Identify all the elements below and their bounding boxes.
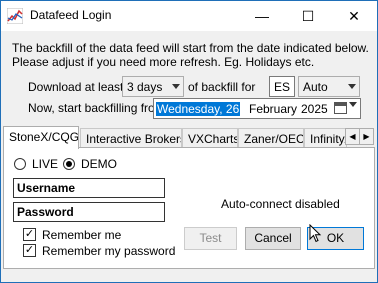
tab-vxcharts[interactable]: VXCharts [182, 128, 238, 148]
remember-me-checkbox[interactable]: ✓ [23, 228, 36, 241]
live-radio[interactable] [14, 158, 26, 170]
stonex-cqg-panel: LIVE DEMO Username Password ✓ Remember m… [3, 147, 375, 269]
tab-scroll-right-icon[interactable]: ▶ [359, 128, 374, 145]
days-select[interactable]: 3 days [122, 76, 184, 97]
demo-label: DEMO [81, 157, 117, 171]
info-line-2: Please adjust if you need more refresh. … [12, 55, 315, 69]
close-button[interactable]: ✕ [331, 1, 377, 31]
mode-select[interactable]: Auto [298, 76, 360, 97]
datafeed-login-window: Datafeed Login — ☐ ✕ The backfill of the… [0, 0, 378, 283]
mode-select-value: Auto [303, 80, 328, 94]
tab-scroll-left-icon[interactable]: ◀ [345, 128, 360, 145]
chevron-down-icon [348, 84, 356, 89]
tab-infinity[interactable]: Infinity/ [304, 128, 347, 148]
password-input[interactable]: Password [13, 202, 165, 222]
symbol-value: ES [274, 80, 291, 94]
datafeed-tabs: StoneX/CQG Interactive Brokers VXCharts … [3, 126, 377, 149]
date-weekday[interactable]: Wednesday, 26 [156, 102, 241, 116]
minimize-button[interactable]: — [239, 1, 285, 31]
title-bar[interactable]: Datafeed Login — ☐ ✕ [1, 1, 377, 31]
remember-password-checkbox[interactable]: ✓ [23, 244, 36, 257]
backfill-label: Now, start backfilling from [28, 101, 165, 115]
password-placeholder: Password [17, 205, 74, 219]
backfill-date-picker[interactable]: Wednesday, 26 February 2025 [153, 98, 361, 119]
chevron-down-icon[interactable] [349, 102, 357, 107]
test-button[interactable]: Test [184, 227, 237, 250]
username-input[interactable]: Username [13, 178, 165, 198]
chevron-down-icon [172, 84, 180, 89]
days-select-value: 3 days [127, 80, 163, 94]
username-placeholder: Username [17, 181, 76, 195]
backfill-for-label: of backfill for [188, 80, 256, 94]
date-year[interactable]: 2025 [301, 102, 328, 116]
info-line-1: The backfill of the data feed will start… [12, 41, 369, 55]
maximize-button[interactable]: ☐ [285, 1, 331, 31]
tab-interactive-brokers[interactable]: Interactive Brokers [80, 128, 182, 148]
demo-radio[interactable] [63, 158, 75, 170]
tab-stonex-cqg[interactable]: StoneX/CQG [3, 126, 79, 149]
calendar-icon[interactable] [334, 102, 347, 114]
info-text: The backfill of the data feed will start… [12, 41, 369, 69]
window-title: Datafeed Login [30, 8, 112, 22]
cancel-button[interactable]: Cancel [245, 227, 301, 250]
mouse-cursor-icon [309, 224, 322, 243]
remember-password-label: Remember my password [42, 244, 176, 258]
auto-connect-status: Auto-connect disabled [221, 197, 340, 211]
symbol-input[interactable]: ES [269, 76, 295, 97]
live-label: LIVE [32, 157, 59, 171]
date-month[interactable]: February [249, 102, 297, 116]
download-label: Download at least [28, 80, 124, 94]
remember-me-label: Remember me [42, 228, 122, 242]
app-icon [7, 8, 23, 24]
tab-zaner-oec[interactable]: Zaner/OEC [238, 128, 304, 148]
